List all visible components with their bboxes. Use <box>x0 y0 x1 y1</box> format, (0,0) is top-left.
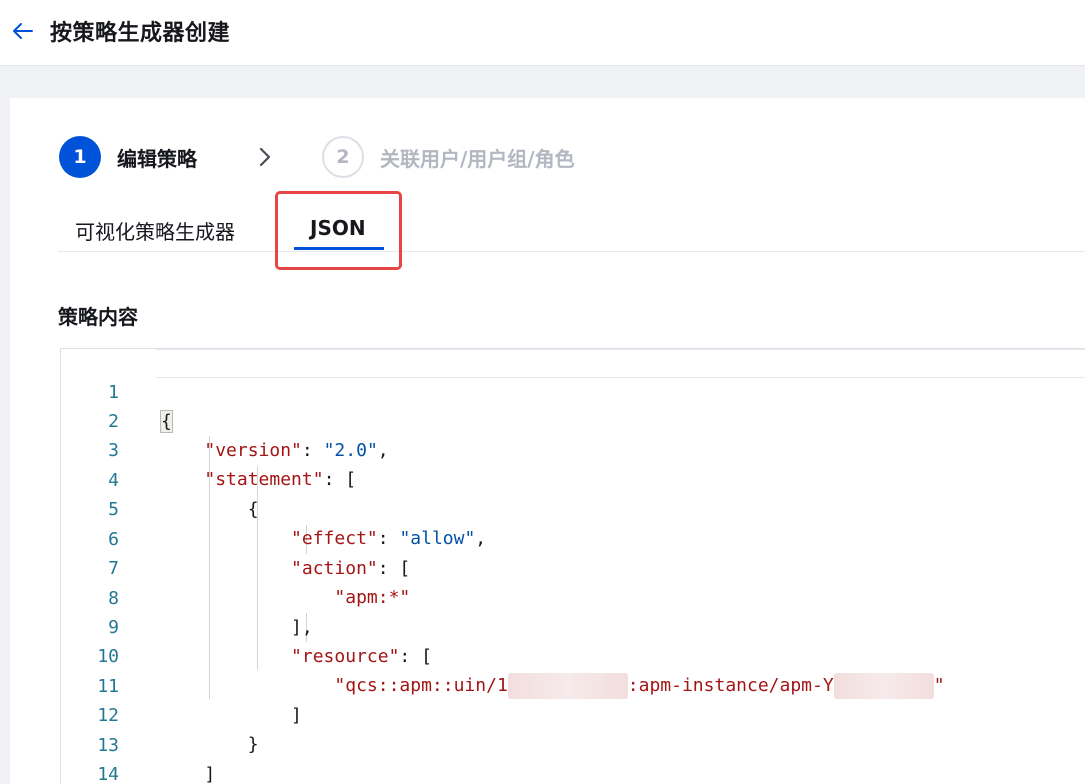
code-text: ] <box>204 764 216 784</box>
tab-visual-policy-generator[interactable]: 可视化策略生成器 <box>75 216 235 245</box>
code-line: 8 ], <box>61 555 1085 638</box>
step-edit-policy: 1 编辑策略 <box>59 136 197 178</box>
json-code-editor[interactable]: 1 { 2 "version": "2.0", 3 "statement": [… <box>60 348 1085 784</box>
tab-json[interactable]: JSON <box>310 216 366 240</box>
code-line: 12 } <box>61 672 1085 755</box>
code-line: 1 { <box>61 349 1085 433</box>
code-line: 6 "action": [ <box>61 496 1085 579</box>
step-number-circle: 2 <box>322 136 364 178</box>
chevron-right-icon <box>259 147 271 167</box>
code-line: 7 "apm:*" <box>61 525 1085 608</box>
step-associate-users: 2 关联用户/用户组/角色 <box>322 136 575 178</box>
editor-mode-tabs: 可视化策略生成器 JSON <box>58 206 1085 252</box>
back-arrow-icon[interactable] <box>10 18 36 44</box>
code-line: 5 "effect": "allow", <box>61 466 1085 549</box>
page-title: 按策略生成器创建 <box>50 21 231 46</box>
code-line: 4 { <box>61 437 1085 520</box>
code-line: 10 "qcs::apm::uin/1:apm-instance/apm-Y " <box>61 613 1085 699</box>
line-number: 14 <box>97 764 119 784</box>
code-line: 2 "version": "2.0", <box>61 378 1085 461</box>
code-line: 11 ] <box>61 643 1085 726</box>
code-line: 3 "statement": [ <box>61 407 1085 490</box>
code-line: 13 ] <box>61 702 1085 784</box>
active-tab-indicator <box>294 247 384 250</box>
step-label: 编辑策略 <box>117 146 197 171</box>
policy-content-title: 策略内容 <box>58 305 138 329</box>
main-panel: 1 编辑策略 2 关联用户/用户组/角色 可视化策略生成器 JSON 策略内容 … <box>10 98 1085 784</box>
code-line: 9 "resource": [ <box>61 584 1085 667</box>
step-label: 关联用户/用户组/角色 <box>380 146 575 171</box>
code-line: 14 } <box>61 731 1085 784</box>
step-number-circle: 1 <box>59 136 101 178</box>
top-bar: 按策略生成器创建 <box>0 0 1085 66</box>
